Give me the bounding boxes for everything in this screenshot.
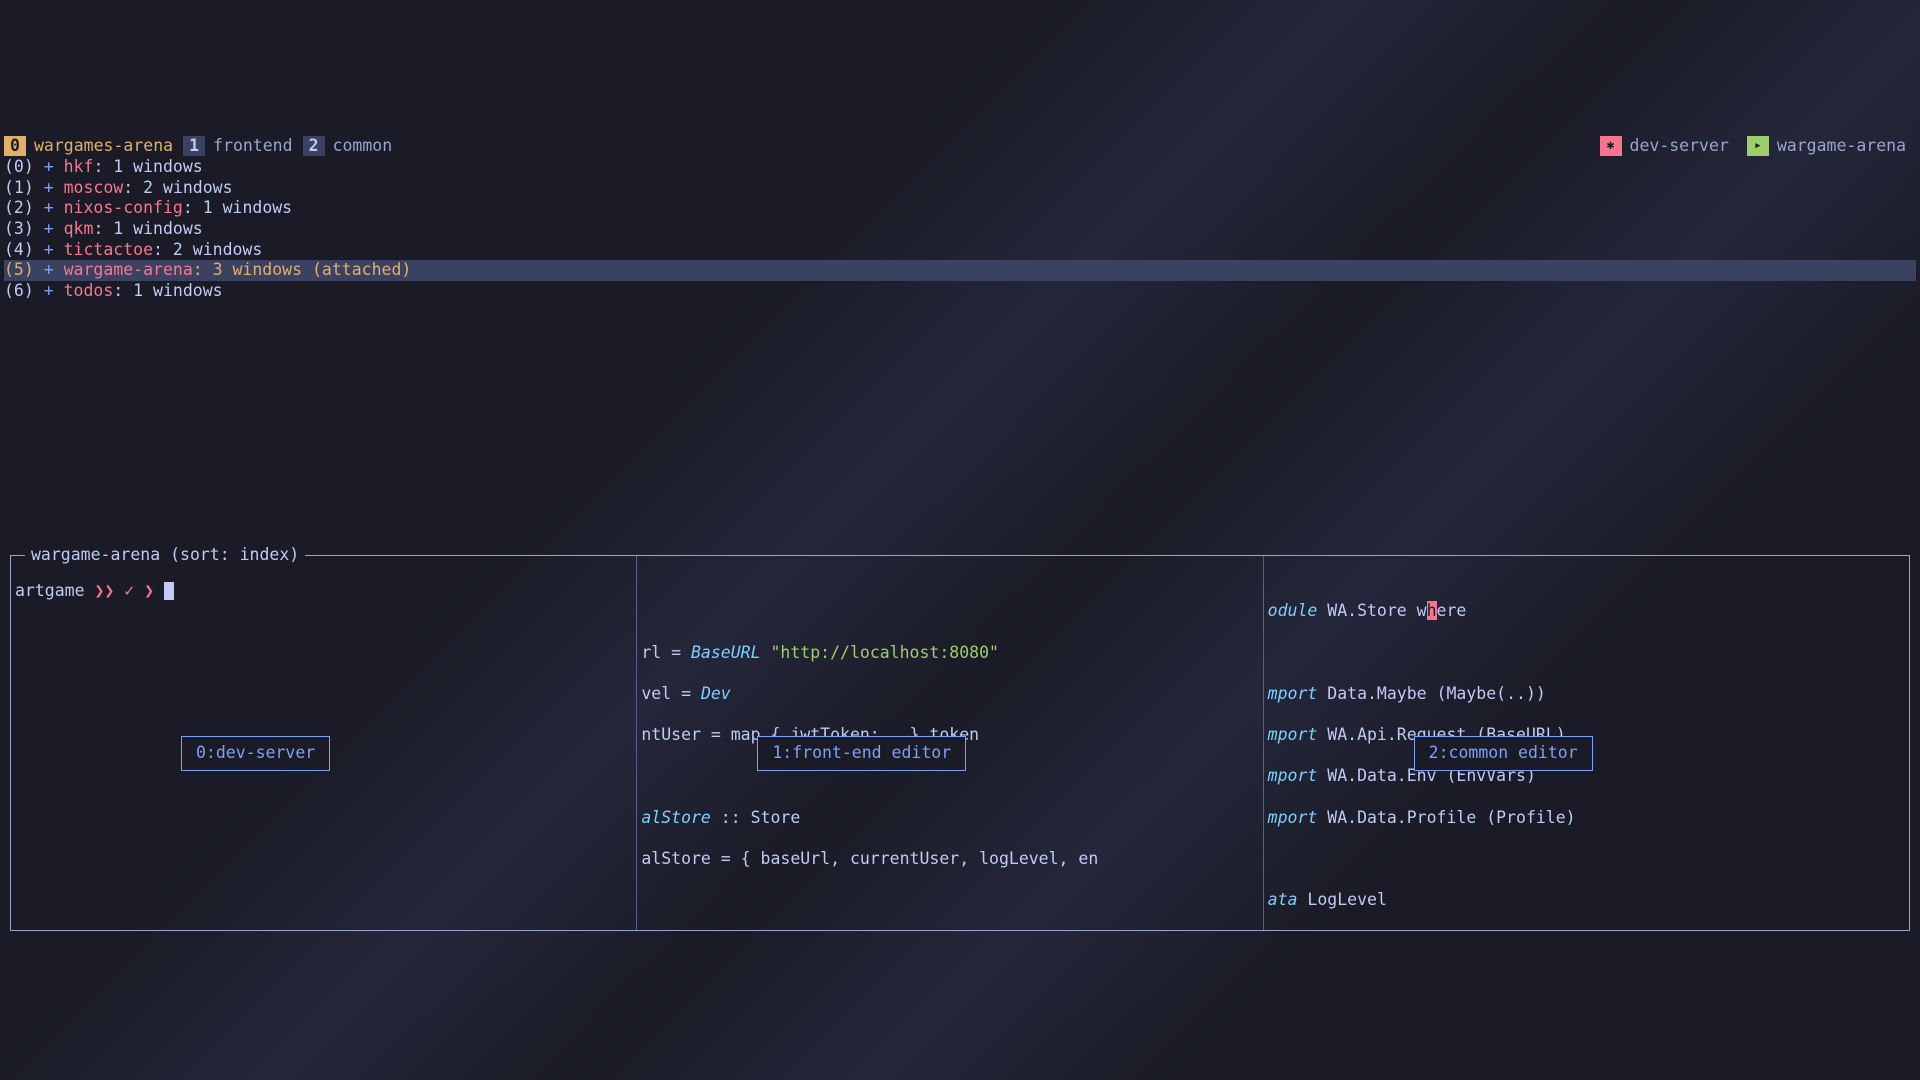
tab-num-0[interactable]: 0: [4, 136, 26, 156]
tab-label-0[interactable]: wargames-arena: [26, 136, 183, 157]
window-tabs: 0 wargames-arena 1 frontend 2 common: [4, 136, 402, 157]
pane-frontend-editor[interactable]: rl = BaseURL "http://localhost:8080" vel…: [637, 556, 1263, 930]
session-row[interactable]: (0) + hkf: 1 windows: [4, 157, 1916, 178]
pane-label: 2:common editor: [1414, 736, 1593, 771]
tab-label-1[interactable]: frontend: [205, 136, 302, 157]
session-icon: ▸: [1747, 136, 1769, 156]
dev-server-label: dev-server: [1622, 136, 1739, 157]
tmux-status-bar: 0 wargames-arena 1 frontend 2 common ✱ d…: [0, 135, 1920, 157]
status-right: ✱ dev-server ▸ wargame-arena: [1592, 136, 1916, 157]
session-name-label: wargame-arena: [1769, 136, 1916, 157]
session-list[interactable]: (0) + hkf: 1 windows (1) + moscow: 2 win…: [0, 157, 1920, 301]
tab-num-1[interactable]: 1: [183, 136, 205, 156]
tab-label-2[interactable]: common: [325, 136, 403, 157]
session-row-selected[interactable]: (5) + wargame-arena: 3 windows (attached…: [4, 260, 1916, 281]
session-row[interactable]: (4) + tictactoe: 2 windows: [4, 240, 1916, 261]
session-row[interactable]: (6) + todos: 1 windows: [4, 281, 1916, 302]
cursor: [164, 582, 174, 600]
session-row[interactable]: (1) + moscow: 2 windows: [4, 178, 1916, 199]
tab-num-2[interactable]: 2: [303, 136, 325, 156]
session-row[interactable]: (2) + nixos-config: 1 windows: [4, 198, 1916, 219]
cursor: h: [1427, 601, 1437, 620]
prompt-symbols: ❯❯ ✓ ❯: [94, 581, 164, 600]
prompt-path: artgame: [15, 581, 94, 600]
session-row[interactable]: (3) + qkm: 1 windows: [4, 219, 1916, 240]
dev-server-icon: ✱: [1600, 136, 1622, 156]
pane-common-editor[interactable]: odule WA.Store where mport Data.Maybe (M…: [1264, 556, 1909, 930]
session-preview: wargame-arena (sort: index) artgame ❯❯ ✓…: [10, 555, 1910, 931]
pane-label: 1:front-end editor: [757, 736, 966, 771]
pane-dev-server[interactable]: artgame ❯❯ ✓ ❯ 0:dev-server: [11, 556, 637, 930]
pane-label: 0:dev-server: [181, 736, 330, 771]
